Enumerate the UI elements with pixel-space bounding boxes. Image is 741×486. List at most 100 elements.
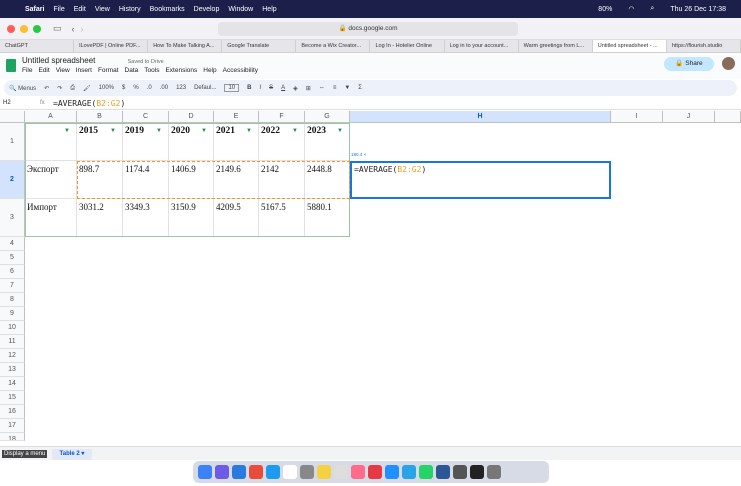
finder-icon[interactable]	[198, 465, 212, 479]
music-icon[interactable]	[368, 465, 382, 479]
browser-tab[interactable]: ChatGPT	[0, 40, 75, 52]
menu-bookmarks[interactable]: Bookmarks	[150, 6, 185, 13]
zoom-select[interactable]: 100%	[99, 85, 114, 91]
redo-icon[interactable]: ↷	[57, 85, 62, 92]
menu-history[interactable]: History	[119, 6, 141, 13]
filter-icon[interactable]: ▼	[110, 128, 116, 134]
app-store-icon[interactable]	[385, 465, 399, 479]
strikethrough-button[interactable]: S	[269, 85, 273, 91]
cell-b3[interactable]: 3031.2	[77, 199, 123, 237]
italic-button[interactable]: I	[259, 85, 261, 91]
menu-help[interactable]: Help	[262, 6, 276, 13]
menu-develop[interactable]: Develop	[194, 6, 220, 13]
browser-tab[interactable]: Become a Wix Creator...	[296, 40, 371, 52]
text-color-button[interactable]: A	[281, 85, 285, 91]
cell-b1[interactable]: 2015	[77, 123, 123, 161]
launchpad-icon[interactable]	[215, 465, 229, 479]
column-header[interactable]: J	[663, 111, 715, 123]
print-icon[interactable]: ⎙	[70, 85, 75, 92]
merge-icon[interactable]: ⇔	[319, 85, 325, 91]
cell-e1[interactable]: 2021	[214, 123, 259, 161]
paint-format-icon[interactable]: 🖌	[83, 85, 91, 92]
row-header[interactable]: 13	[0, 363, 25, 377]
browser-tab[interactable]: https://flourish.studio	[667, 40, 741, 52]
filter-icon[interactable]: ▼	[344, 85, 350, 91]
row-header[interactable]: 5	[0, 251, 25, 265]
row-header[interactable]: 6	[0, 265, 25, 279]
reminders-icon[interactable]	[334, 465, 348, 479]
column-header[interactable]: G	[305, 111, 350, 123]
bold-button[interactable]: B	[247, 85, 251, 91]
cell-c3[interactable]: 3349.3	[123, 199, 169, 237]
menu-data[interactable]: Data	[125, 67, 139, 74]
row-header[interactable]: 10	[0, 321, 25, 335]
menu-edit[interactable]: Edit	[38, 67, 49, 74]
column-header[interactable]: I	[611, 111, 663, 123]
browser-tab[interactable]: Google Translate	[222, 40, 297, 52]
browser-tab-active[interactable]: Untitled spreadsheet - ...	[592, 40, 667, 52]
font-select[interactable]: Defaul...	[194, 85, 216, 91]
row-header[interactable]: 8	[0, 293, 25, 307]
borders-icon[interactable]: ⊞	[306, 85, 311, 92]
menu-insert[interactable]: Insert	[76, 67, 92, 74]
menu-view[interactable]: View	[56, 67, 70, 74]
browser-tab[interactable]: ILovePDF | Online PDF...	[74, 40, 149, 52]
menu-accessibility[interactable]: Accessibility	[223, 67, 258, 74]
sheets-logo-icon[interactable]	[6, 59, 16, 72]
menu-window[interactable]: Window	[228, 6, 253, 13]
undo-icon[interactable]: ↶	[44, 85, 49, 92]
name-box[interactable]: H2	[0, 100, 40, 106]
column-header[interactable]: C	[123, 111, 169, 123]
cell-g3[interactable]: 5880.1	[305, 199, 350, 237]
sidebar-icon[interactable]: ▭	[53, 23, 62, 34]
increase-decimal-button[interactable]: .00	[160, 85, 168, 91]
font-size-input[interactable]: 10	[224, 84, 240, 92]
terminal-icon[interactable]	[470, 465, 484, 479]
column-header[interactable]: D	[169, 111, 214, 123]
column-header-empty[interactable]	[715, 111, 741, 123]
menus-search[interactable]: 🔍 Menus	[9, 85, 36, 92]
minimize-window-button[interactable]	[20, 24, 28, 33]
percent-button[interactable]: %	[133, 85, 138, 91]
menu-view[interactable]: View	[95, 6, 110, 13]
calendar-icon[interactable]	[283, 465, 297, 479]
column-header[interactable]: F	[259, 111, 305, 123]
wifi-icon[interactable]: ◠	[628, 5, 634, 13]
cell-g1[interactable]: 2023	[305, 123, 350, 161]
number-format-button[interactable]: 123	[176, 85, 186, 91]
system-settings-icon[interactable]	[453, 465, 467, 479]
cell-a2[interactable]: Экспорт	[25, 161, 77, 199]
browser-tab[interactable]: How To Make Talking A...	[148, 40, 223, 52]
search-icon[interactable]: ⌕	[650, 5, 654, 13]
currency-button[interactable]: $	[122, 85, 125, 91]
row-header[interactable]: 15	[0, 391, 25, 405]
row-header[interactable]: 9	[0, 307, 25, 321]
row-header[interactable]: 1	[0, 123, 25, 161]
functions-icon[interactable]: Σ	[358, 85, 362, 91]
decrease-decimal-button[interactable]: .0	[147, 85, 152, 91]
column-header[interactable]: E	[214, 111, 259, 123]
clock[interactable]: Thu 26 Dec 17:38	[670, 6, 726, 13]
notes-icon[interactable]	[317, 465, 331, 479]
row-header[interactable]: 16	[0, 405, 25, 419]
cell-d3[interactable]: 3150.9	[169, 199, 214, 237]
menu-format[interactable]: Format	[98, 67, 119, 74]
filter-icon[interactable]: ▼	[64, 128, 70, 134]
cell-f3[interactable]: 5167.5	[259, 199, 305, 237]
row-header[interactable]: 7	[0, 279, 25, 293]
menu-edit[interactable]: Edit	[74, 6, 86, 13]
share-button[interactable]: 🔒 Share	[664, 57, 714, 71]
zoom-window-button[interactable]	[33, 24, 41, 33]
filter-icon[interactable]: ▼	[201, 128, 207, 134]
vscode-icon[interactable]	[232, 465, 246, 479]
row-header[interactable]: 4	[0, 237, 25, 251]
row-header[interactable]: 18	[0, 433, 25, 441]
column-header[interactable]: A	[25, 111, 77, 123]
row-header[interactable]: 11	[0, 335, 25, 349]
row-header[interactable]: 3	[0, 199, 25, 237]
formula-input[interactable]: =AVERAGE(B2:G2)	[53, 99, 125, 108]
column-header[interactable]: B	[77, 111, 123, 123]
menu-tools[interactable]: Tools	[144, 67, 159, 74]
menu-extensions[interactable]: Extensions	[165, 67, 197, 74]
avatar[interactable]	[722, 57, 735, 70]
